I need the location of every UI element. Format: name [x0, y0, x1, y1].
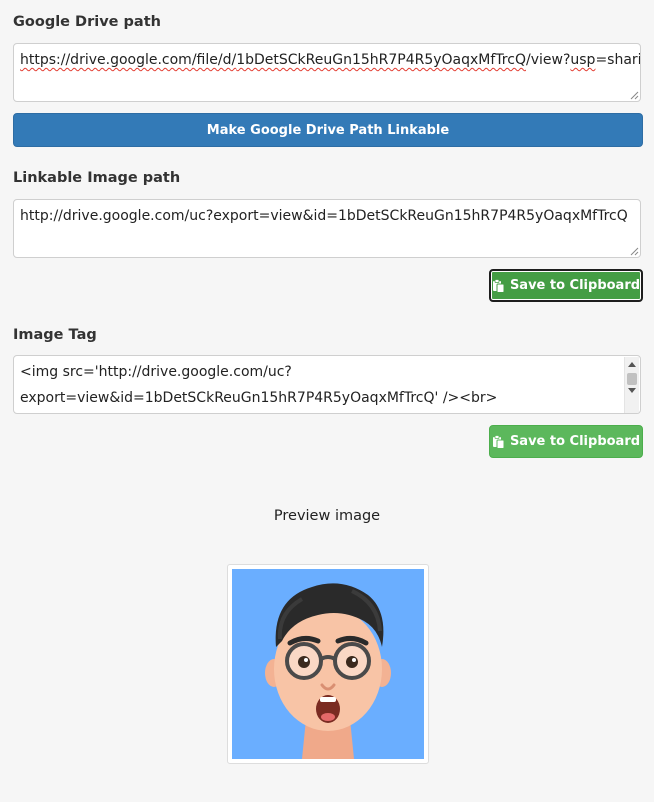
- save-tag-clipboard-button[interactable]: Save to Clipboard: [489, 425, 643, 458]
- clipboard-icon: [492, 278, 505, 293]
- linkable-path-textarea[interactable]: http://drive.google.com/uc?export=view&i…: [13, 199, 641, 258]
- linkable-path-text: http://drive.google.com/uc?export=view&i…: [20, 208, 628, 224]
- drive-path-usp: usp: [570, 52, 596, 68]
- preview-title: Preview image: [273, 508, 381, 524]
- scroll-up-icon[interactable]: [628, 362, 636, 367]
- clipboard-icon: [492, 434, 505, 449]
- drive-path-label: Google Drive path: [13, 14, 161, 30]
- drive-path-mid: /view?: [525, 52, 571, 68]
- image-tag-textarea[interactable]: <img src='http://drive.google.com/uc? ex…: [13, 355, 641, 414]
- memoji-avatar: [232, 569, 424, 759]
- drive-path-text: https://drive.google.com/file/d/1bDetSCk…: [20, 52, 640, 68]
- image-tag-line-2: export=view&id=1bDetSCkReuGn15hR7P4R5yOa…: [20, 390, 498, 406]
- image-tag-line-1: <img src='http://drive.google.com/uc?: [20, 364, 292, 380]
- drive-path-textarea[interactable]: https://drive.google.com/file/d/1bDetSCk…: [13, 43, 641, 102]
- drive-path-tail: =sharing: [595, 52, 641, 68]
- make-linkable-button[interactable]: Make Google Drive Path Linkable: [13, 113, 643, 147]
- image-tag-scrollbar[interactable]: [624, 357, 639, 413]
- preview-frame: [227, 564, 429, 764]
- scroll-thumb[interactable]: [627, 373, 637, 385]
- drive-path-id: 1bDetSCkReuGn15hR7P4R5yOaqxMfTrcQ: [236, 52, 526, 68]
- image-tag-label: Image Tag: [13, 327, 97, 343]
- resize-handle-icon[interactable]: [629, 246, 639, 256]
- scroll-down-icon[interactable]: [628, 388, 636, 393]
- save-linkable-clipboard-label: Save to Clipboard: [509, 278, 641, 293]
- resize-handle-icon[interactable]: [629, 90, 639, 100]
- drive-path-prefix: https://drive.google.com/file/d/: [20, 52, 237, 68]
- save-linkable-clipboard-button[interactable]: Save to Clipboard: [489, 269, 643, 302]
- linkable-path-label: Linkable Image path: [13, 170, 181, 186]
- save-tag-clipboard-label: Save to Clipboard: [509, 434, 641, 449]
